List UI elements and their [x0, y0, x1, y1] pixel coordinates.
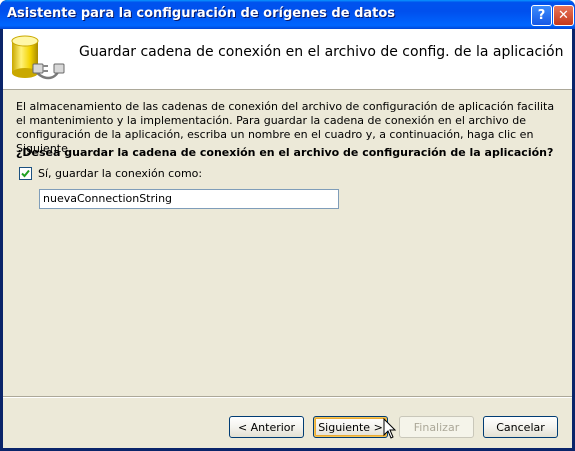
next-button[interactable]: Siguiente > — [313, 416, 388, 438]
checkmark-icon — [21, 169, 30, 178]
mouse-pointer-icon — [383, 418, 397, 439]
checkbox-label: Sí, guardar la conexión como: — [38, 167, 203, 180]
wizard-window: Asistente para la configuración de oríge… — [0, 0, 575, 451]
close-button[interactable]: ✕ — [553, 5, 574, 26]
cancel-button[interactable]: Cancelar — [483, 416, 558, 438]
save-connection-option[interactable]: Sí, guardar la conexión como: — [19, 167, 202, 180]
database-plug-icon — [11, 35, 65, 80]
back-button[interactable]: < Anterior — [229, 416, 304, 438]
save-question: ¿Desea guardar la cadena de conexión en … — [16, 146, 554, 159]
finish-button[interactable]: Finalizar — [399, 416, 474, 438]
header-title: Guardar cadena de conexión en el archivo… — [79, 44, 564, 60]
window-title: Asistente para la configuración de oríge… — [7, 6, 396, 21]
save-connection-checkbox[interactable] — [19, 167, 32, 180]
title-bar[interactable]: Asistente para la configuración de oríge… — [0, 0, 575, 29]
wizard-header: Guardar cadena de conexión en el archivo… — [3, 29, 572, 90]
footer-separator — [3, 396, 572, 398]
dialog-body: Guardar cadena de conexión en el archivo… — [3, 29, 572, 448]
connection-name-input[interactable]: nuevaConnectionString — [39, 189, 339, 209]
help-button[interactable]: ? — [531, 5, 552, 26]
